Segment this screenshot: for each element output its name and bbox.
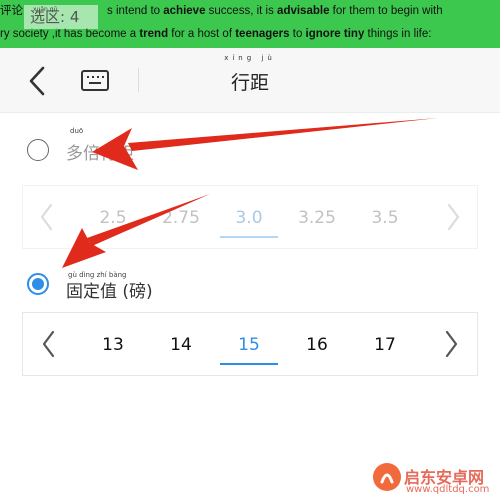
multiple-prev-button[interactable]: [37, 200, 57, 234]
multiple-spacing-ruby: duō: [70, 127, 84, 135]
region-ruby: xuǎn qū: [33, 6, 58, 13]
watermark-url: www.qdltdq.com: [406, 484, 490, 495]
radio-multiple-spacing[interactable]: [27, 139, 49, 161]
selection-region-label: xuǎn qū 选区: 4: [24, 5, 98, 29]
fixed-value-selector: 13 14 15 16 17: [22, 312, 478, 376]
spacing-value[interactable]: 3.0: [219, 208, 279, 228]
banner-word: to: [289, 28, 306, 40]
banner-word: for a host of: [168, 28, 236, 40]
banner-word: trend: [139, 28, 169, 40]
chevron-left-icon: [40, 203, 53, 231]
back-button[interactable]: [24, 64, 54, 98]
fixed-prev-button[interactable]: [39, 327, 59, 361]
banner-word: achieve: [163, 5, 206, 17]
selected-value-underline: [220, 363, 278, 365]
keyboard-button[interactable]: [80, 66, 110, 94]
banner-word: teenagers: [235, 28, 290, 40]
banner-word: ignore: [305, 28, 341, 40]
spacing-value[interactable]: 17: [355, 335, 415, 355]
spacing-value[interactable]: 16: [287, 335, 347, 355]
fixed-value-label[interactable]: 固定值 (磅): [66, 277, 153, 302]
selected-value-underline: [220, 236, 278, 238]
spacing-value[interactable]: 2.5: [83, 208, 143, 228]
chevron-left-icon: [29, 66, 45, 96]
spacing-value[interactable]: 3.5: [355, 208, 415, 228]
radio-fixed-value[interactable]: [27, 273, 49, 295]
spacing-value[interactable]: 14: [151, 335, 211, 355]
top-toolbar: xíng jù 行距: [0, 48, 500, 113]
page-title: 行距: [230, 72, 269, 94]
banner-word: things in life:: [364, 28, 432, 40]
text-banner: 评论 s intend to achieve success, it is adv…: [0, 0, 500, 48]
multiple-next-button[interactable]: [443, 200, 463, 234]
spacing-value[interactable]: 15: [219, 335, 279, 355]
banner-word: for them to begin with: [329, 5, 443, 17]
banner-line-2: ry society ,it has become a trend for a …: [0, 28, 500, 40]
banner-word: success, it is: [205, 5, 278, 17]
banner-prefix: 评论: [0, 5, 23, 17]
title-ruby: xíng jù: [224, 54, 276, 62]
annotation-arrow-upper: [92, 118, 438, 170]
multiple-spacing-label[interactable]: 多倍行距: [66, 139, 134, 164]
banner-word: ry society ,it has become a: [0, 28, 140, 40]
banner-word: s intend to: [107, 5, 164, 17]
multiple-spacing-selector: 2.5 2.75 3.0 3.25 3.5: [22, 185, 478, 249]
chevron-right-icon: [447, 203, 460, 231]
keyboard-icon: [81, 70, 109, 91]
chevron-left-icon: [42, 330, 55, 358]
banner-word: tiny: [343, 28, 365, 40]
toolbar-divider: [138, 68, 139, 92]
banner-word: advisable: [277, 5, 330, 17]
chevron-right-icon: [445, 330, 458, 358]
spacing-value[interactable]: 3.25: [287, 208, 347, 228]
spacing-value[interactable]: 2.75: [151, 208, 211, 228]
spacing-value[interactable]: 13: [83, 335, 143, 355]
fixed-next-button[interactable]: [441, 327, 461, 361]
watermark-logo-icon: [373, 463, 401, 491]
